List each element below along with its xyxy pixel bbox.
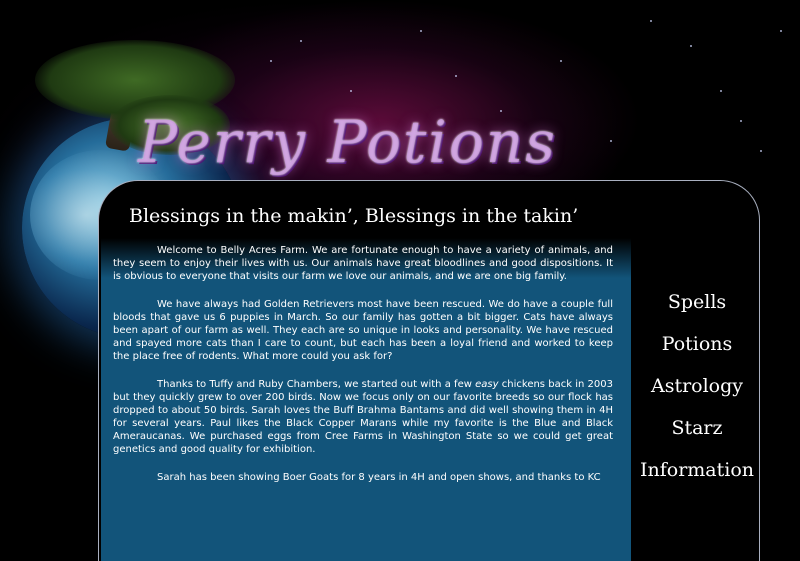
intro-paragraph: Welcome to Belly Acres Farm. We are fort… [113, 245, 613, 282]
nav-item-spells[interactable]: Spells [637, 289, 757, 331]
content-body: Welcome to Belly Acres Farm. We are fort… [113, 244, 613, 499]
nav-item-information[interactable]: Information [637, 457, 757, 499]
chickens-paragraph: Thanks to Tuffy and Ruby Chambers, we st… [113, 378, 613, 456]
tagline: Blessings in the makin’, Blessings in th… [129, 205, 579, 227]
nav-item-starz[interactable]: Starz [637, 415, 757, 457]
goats-paragraph: Sarah has been showing Boer Goats for 8 … [157, 472, 601, 483]
side-nav: Spells Potions Astrology Starz Informati… [637, 289, 757, 499]
chickens-emphasis: easy [475, 379, 499, 390]
nav-item-astrology[interactable]: Astrology [637, 373, 757, 415]
chickens-text-2: chickens back in 2003 but they quickly g… [113, 379, 613, 455]
site-logo[interactable]: Perry Potions [138, 108, 557, 176]
nav-item-potions[interactable]: Potions [637, 331, 757, 373]
dogs-cats-paragraph: We have always had Golden Retrievers mos… [113, 299, 613, 362]
main-frame: Blessings in the makin’, Blessings in th… [98, 180, 760, 561]
chickens-text-1: Thanks to Tuffy and Ruby Chambers, we st… [157, 379, 476, 390]
